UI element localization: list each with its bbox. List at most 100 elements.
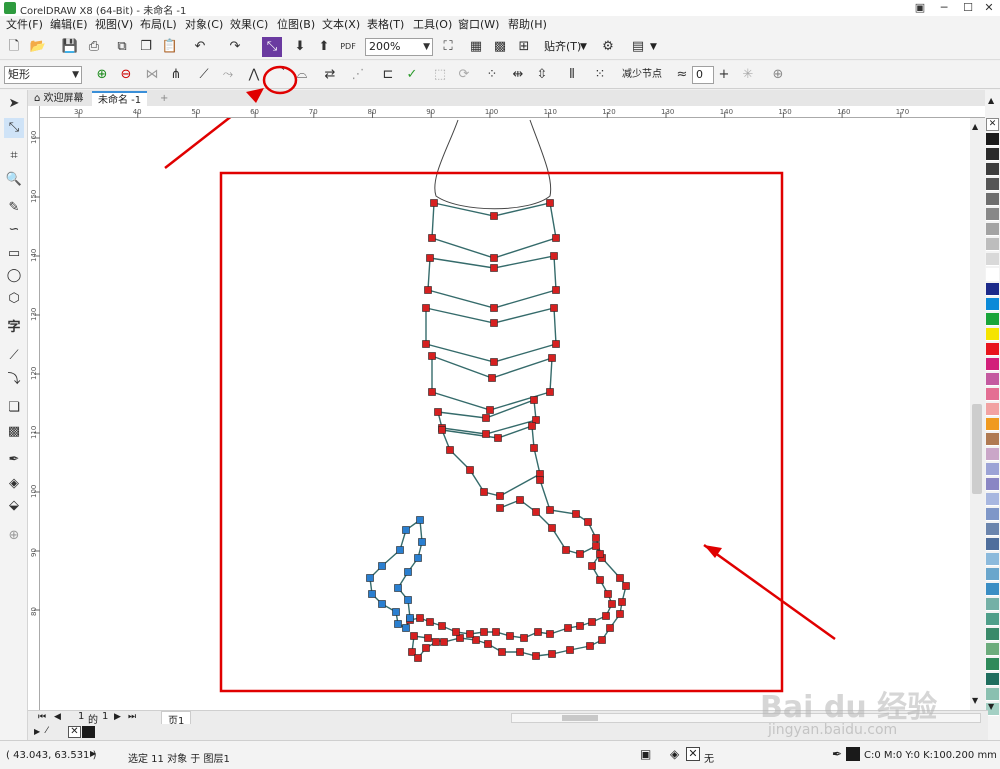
text-tool-icon[interactable]: 字 <box>4 318 24 338</box>
path-node[interactable] <box>498 648 506 656</box>
path-node[interactable] <box>520 634 528 642</box>
path-node[interactable] <box>404 596 412 604</box>
polygon-tool-icon[interactable]: ⬡ <box>4 289 24 309</box>
path-node[interactable] <box>490 254 498 262</box>
pick-tool-icon[interactable]: ➤ <box>4 94 24 114</box>
boundary-icon[interactable]: ✳ <box>738 65 758 85</box>
path-node[interactable] <box>552 340 560 348</box>
drop-shadow-icon[interactable]: ❏ <box>4 398 24 418</box>
path-node[interactable] <box>490 319 498 327</box>
no-color-swatch[interactable]: ✕ <box>68 726 81 738</box>
menu-object[interactable]: 对象(C) <box>185 17 223 33</box>
color-swatch[interactable] <box>986 688 999 701</box>
next-page-icon[interactable]: ▶ <box>114 712 121 722</box>
menu-effects[interactable]: 效果(C) <box>230 17 268 33</box>
path-node[interactable] <box>480 628 488 636</box>
path-node[interactable] <box>506 632 514 640</box>
rope-segment[interactable] <box>425 307 557 363</box>
add-node-icon[interactable]: ⊕ <box>92 65 112 85</box>
path-node[interactable] <box>584 518 592 526</box>
options-gear-icon[interactable]: ⚙ <box>598 37 618 57</box>
path-node[interactable] <box>480 488 488 496</box>
symmetrical-node-icon[interactable]: ⌓ <box>292 65 312 85</box>
path-node[interactable] <box>530 444 538 452</box>
path-node[interactable] <box>378 600 386 608</box>
path-node[interactable] <box>396 546 404 554</box>
close-curve-icon[interactable]: ✓ <box>402 65 422 85</box>
color-swatch[interactable] <box>986 178 999 191</box>
export-icon[interactable]: ⬆ <box>314 37 334 57</box>
close-button[interactable]: ✕ <box>975 0 1000 16</box>
rope-segment[interactable] <box>441 425 541 497</box>
color-swatch[interactable] <box>986 673 999 686</box>
color-swatch[interactable] <box>986 313 999 326</box>
path-node[interactable] <box>562 546 570 554</box>
add-document-tab-icon[interactable]: + <box>154 91 174 106</box>
color-swatch[interactable] <box>986 223 999 236</box>
color-swatch[interactable] <box>986 493 999 506</box>
path-node[interactable] <box>528 422 536 430</box>
path-node[interactable] <box>532 508 540 516</box>
path-node[interactable] <box>430 199 438 207</box>
path-node[interactable] <box>552 234 560 242</box>
menu-help[interactable]: 帮助(H) <box>508 17 547 33</box>
menu-text[interactable]: 文本(X) <box>322 17 360 33</box>
path-node[interactable] <box>406 614 414 622</box>
last-page-icon[interactable]: ⏭ <box>128 712 136 722</box>
rope-segment[interactable] <box>427 255 557 309</box>
color-swatch[interactable] <box>986 643 999 656</box>
path-node[interactable] <box>466 466 474 474</box>
path-node[interactable] <box>410 632 418 640</box>
extend-curve-icon[interactable]: ⋰ <box>348 65 368 85</box>
play-icon[interactable]: ▶ <box>90 749 96 758</box>
zoom-tool-icon[interactable]: 🔍 <box>4 170 24 190</box>
path-node[interactable] <box>482 430 490 438</box>
snap-to-dropdown[interactable]: 贴齐(T) <box>544 39 581 55</box>
path-node[interactable] <box>438 426 446 434</box>
path-node[interactable] <box>552 286 560 294</box>
path-node[interactable] <box>546 388 554 396</box>
search-content-icon[interactable]: ⤡ <box>262 37 282 57</box>
menu-edit[interactable]: 编辑(E) <box>50 17 88 33</box>
path-node[interactable] <box>452 628 460 636</box>
path-node[interactable] <box>496 504 504 512</box>
selection-mode-select[interactable]: 矩形 ▼ <box>4 66 82 84</box>
menu-bitmaps[interactable]: 位图(B) <box>277 17 315 33</box>
black-swatch[interactable] <box>82 726 95 738</box>
cut-icon[interactable]: ⧉ <box>112 37 132 57</box>
path-node[interactable] <box>426 254 434 262</box>
extract-subpath-icon[interactable]: ⊏ <box>378 65 398 85</box>
color-swatch[interactable] <box>986 658 999 671</box>
reverse-direction-icon[interactable]: ⇄ <box>320 65 340 85</box>
path-node[interactable] <box>534 628 542 636</box>
path-node[interactable] <box>402 624 410 632</box>
color-swatch[interactable] <box>986 283 999 296</box>
path-node[interactable] <box>588 618 596 626</box>
color-swatch[interactable] <box>986 328 999 341</box>
color-swatch[interactable] <box>986 613 999 626</box>
path-node[interactable] <box>486 406 494 414</box>
path-node[interactable] <box>428 352 436 360</box>
path-node[interactable] <box>394 620 402 628</box>
path-node[interactable] <box>434 408 442 416</box>
color-swatch[interactable] <box>986 208 999 221</box>
path-node[interactable] <box>414 654 422 662</box>
path-node[interactable] <box>606 624 614 632</box>
path-node[interactable] <box>368 590 376 598</box>
path-node[interactable] <box>516 496 524 504</box>
color-swatch[interactable] <box>986 298 999 311</box>
path-node[interactable] <box>546 506 554 514</box>
menu-table[interactable]: 表格(T) <box>367 17 404 33</box>
path-node[interactable] <box>548 650 556 658</box>
artistic-media-icon[interactable]: ∽ <box>4 220 24 240</box>
show-rulers-icon[interactable]: ▦ <box>466 37 486 57</box>
color-swatch[interactable] <box>986 373 999 386</box>
menu-view[interactable]: 视图(V) <box>95 17 133 33</box>
join-nodes-icon[interactable]: ⋈ <box>142 65 162 85</box>
previous-page-icon[interactable]: ◀ <box>54 712 61 722</box>
path-node[interactable] <box>596 576 604 584</box>
zoom-level-select[interactable]: 200% ▼ <box>365 38 433 56</box>
rope-segment[interactable] <box>431 202 557 259</box>
path-node[interactable] <box>546 199 554 207</box>
path-node[interactable] <box>402 526 410 534</box>
